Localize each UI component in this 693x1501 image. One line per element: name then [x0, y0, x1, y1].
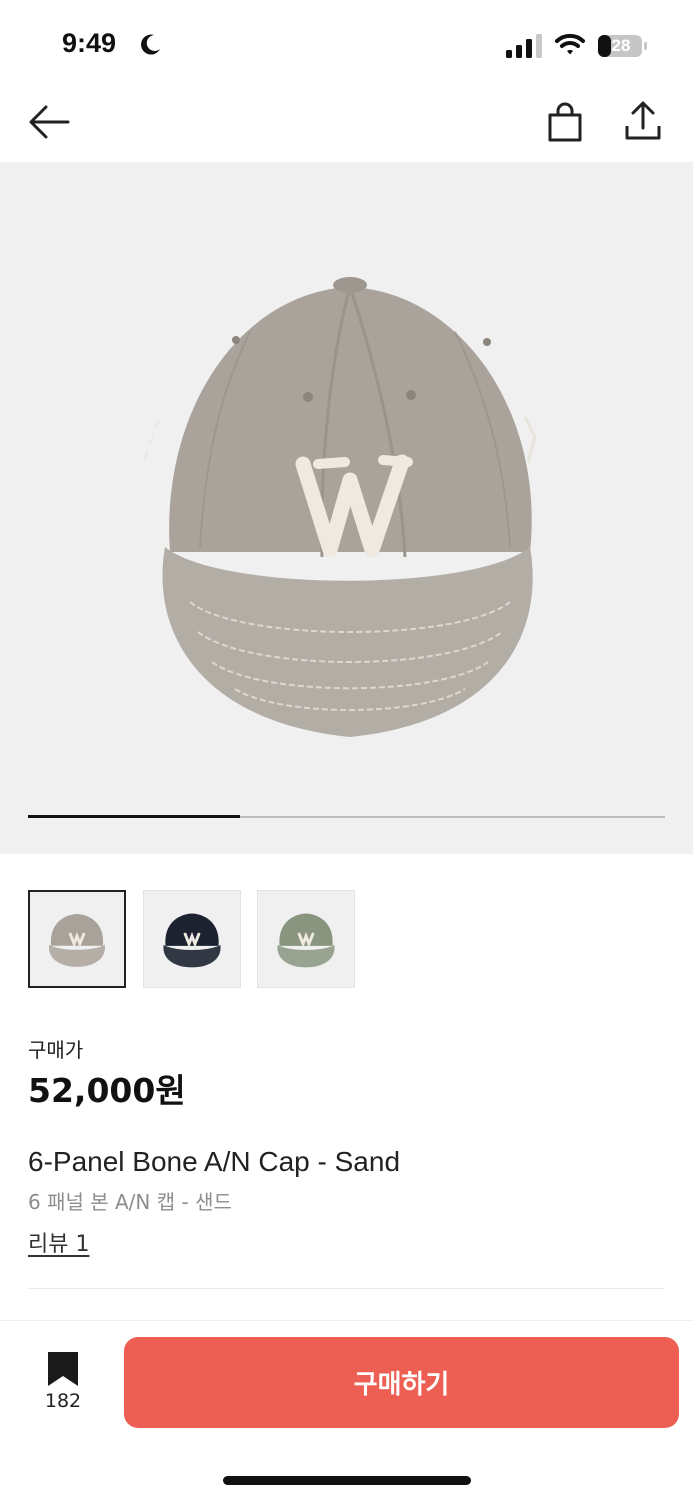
- gallery-progress-indicator: [28, 815, 241, 818]
- cellular-signal-icon: [506, 34, 542, 58]
- bookmark-icon: [48, 1352, 78, 1386]
- buy-button-label: 구매하기: [353, 1370, 450, 1400]
- price-label: 구매가: [28, 1038, 84, 1062]
- thumbnail-navy[interactable]: [143, 890, 241, 988]
- buy-button[interactable]: 구매하기: [124, 1337, 679, 1428]
- product-name-en: 6-Panel Bone A/N Cap - Sand: [28, 1146, 401, 1177]
- status-time: 9:49: [62, 28, 117, 58]
- moon-icon: [141, 34, 160, 55]
- cap-thumbnail-olive: [277, 913, 335, 968]
- cap-thumbnail-navy: [163, 913, 221, 968]
- svg-text:~ ~ ~: ~ ~ ~: [137, 416, 167, 463]
- bookmark-count: 182: [44, 1390, 82, 1412]
- home-indicator: [223, 1476, 471, 1485]
- thumbnail-olive[interactable]: [257, 890, 355, 988]
- shopping-bag-icon[interactable]: [542, 100, 588, 146]
- share-icon[interactable]: [620, 98, 666, 144]
- bookmark-button[interactable]: [46, 1350, 80, 1390]
- cap-thumbnail-sand: [49, 914, 105, 967]
- price: 52,000원: [28, 1071, 186, 1110]
- wifi-icon: [555, 33, 585, 55]
- thumbnail-sand[interactable]: [28, 890, 126, 988]
- back-arrow-icon[interactable]: [26, 102, 72, 142]
- cap-photo: ~ ~ ~: [137, 277, 537, 737]
- battery-level: 28: [611, 36, 631, 55]
- review-link[interactable]: 리뷰 1: [28, 1226, 89, 1258]
- product-name-ko: 6 패널 본 A/N 캡 - 샌드: [28, 1190, 232, 1214]
- product-image[interactable]: ~ ~ ~: [0, 162, 693, 854]
- divider: [28, 1288, 665, 1289]
